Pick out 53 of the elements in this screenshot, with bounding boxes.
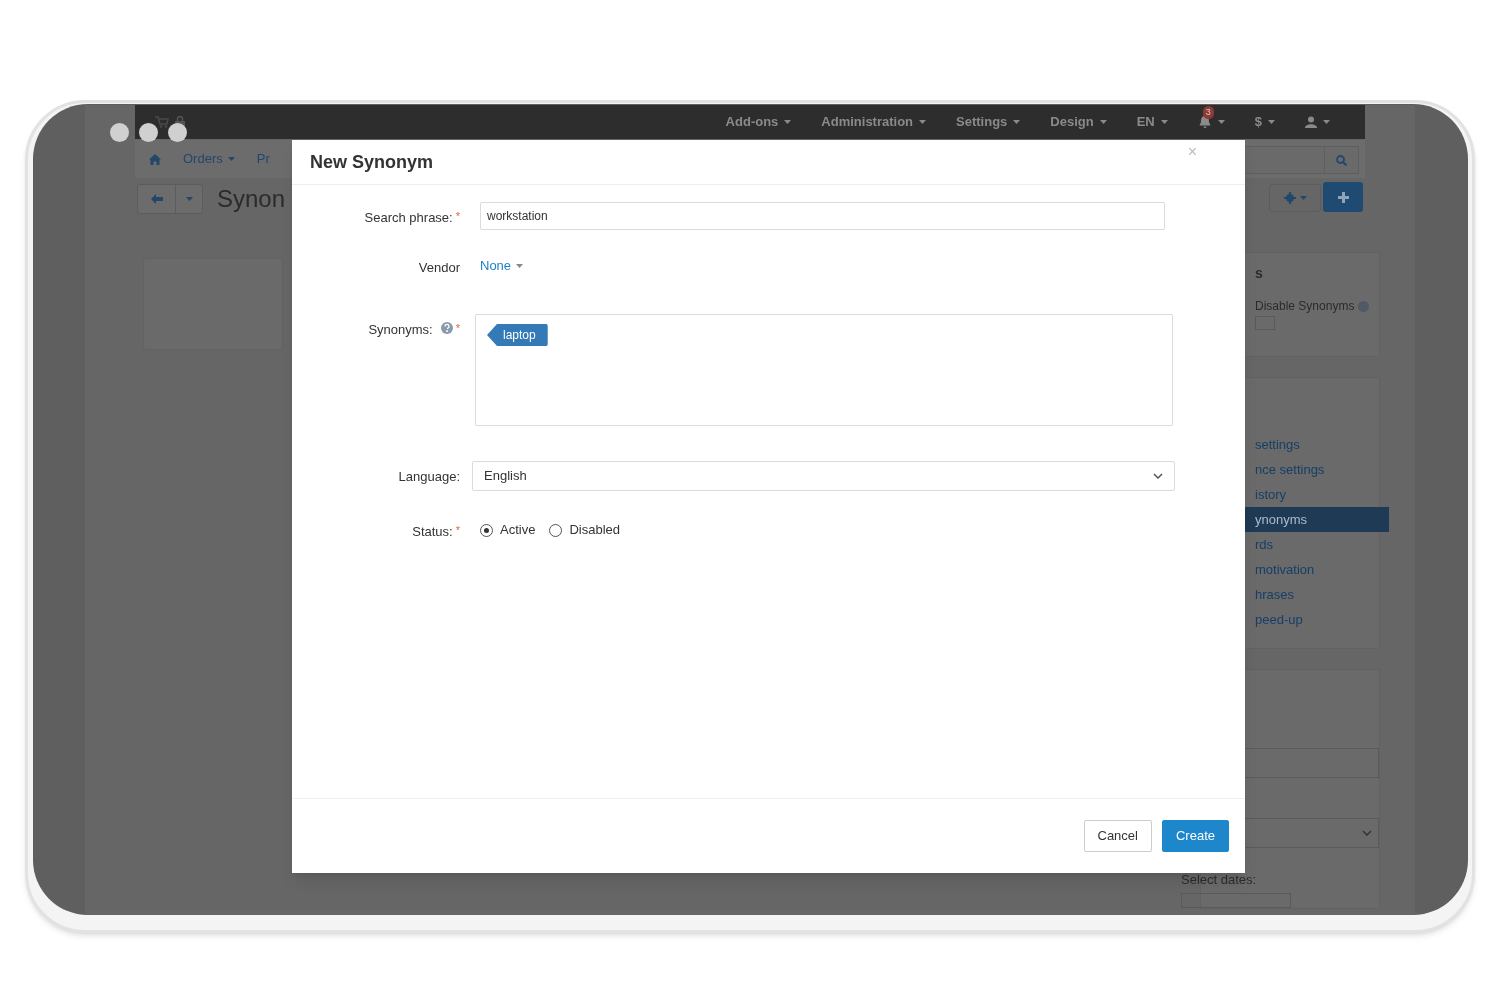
chevron-down-icon [1362,829,1372,836]
caret-icon [1323,120,1330,124]
nav-menu[interactable]: EN [1136,112,1168,132]
panel-heading: s [1255,264,1264,283]
caret-icon [1099,120,1107,124]
tag[interactable]: laptop [487,324,548,346]
nav-menu[interactable] [1305,116,1330,128]
caret-icon [227,157,235,161]
field-label: Select dates: [1181,870,1258,889]
modal-title: New Synonym [310,150,434,174]
nav-menu[interactable]: Add-ons [725,112,792,132]
option-label: Disable Synonyms [1255,298,1355,315]
search-icon [1336,154,1347,166]
field-label: Status: [412,523,453,541]
required-mark: * [455,209,460,224]
caret-icon [516,264,524,268]
arrow-left-icon [150,194,163,204]
bell-icon [1197,115,1212,129]
caret-icon [185,197,193,201]
caret-icon [1217,120,1225,124]
input-field[interactable]: workstation [480,202,1165,230]
field-label: Vendor [418,259,460,277]
caret-icon [1013,120,1021,124]
field-label: Search phrase: [364,209,453,227]
nav-menu[interactable]: Settings [956,112,1021,132]
tags-field[interactable]: laptop [475,314,1173,426]
plus-icon [1337,191,1349,203]
required-mark: * [455,523,460,538]
field-label: Synonyms: [368,321,433,339]
caret-icon [1160,120,1168,124]
page-title: Synon [217,184,286,214]
user-icon [1305,116,1317,128]
caret-icon [1268,120,1275,124]
notification-badge: 3 [1202,106,1214,119]
caret-icon [919,120,927,124]
home-icon [149,153,161,165]
vendor-dropdown[interactable]: None [480,252,524,280]
required-mark: * [455,321,460,336]
nav-menu[interactable]: $ [1254,112,1275,132]
cancel-button[interactable]: Cancel [1083,820,1152,852]
nav-menu[interactable]: Design [1050,112,1107,132]
add-button[interactable] [1323,182,1363,212]
radio-option[interactable]: Active [480,520,536,540]
caret-icon [784,120,792,124]
cart-icon [155,116,169,128]
radio-option[interactable]: Disabled [549,520,620,540]
create-button[interactable]: Create [1161,820,1229,852]
nav-menu[interactable] [1197,115,1225,129]
caret-icon [1299,196,1307,200]
language-select[interactable]: English [472,461,1175,491]
chevron-down-icon [1153,473,1163,479]
field-label: Language: [398,468,460,486]
nav-menu[interactable]: Administration [821,112,927,132]
